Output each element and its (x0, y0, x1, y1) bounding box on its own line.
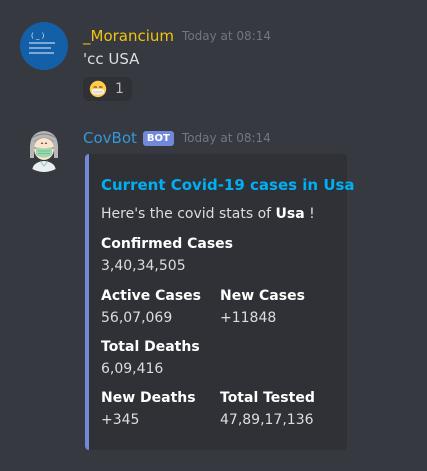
new-cases-value: +11848 (220, 310, 277, 326)
timestamp: Today at 08:14 (182, 29, 272, 43)
reaction-button[interactable]: 1 (83, 77, 132, 101)
username[interactable]: CovBot (83, 128, 137, 148)
bot-avatar[interactable] (20, 124, 68, 172)
message-covbot: CovBot BOT Today at 08:14 Current Covid-… (0, 124, 427, 464)
message-header: CovBot BOT Today at 08:14 (83, 128, 271, 148)
avatar-text: ( _ ) (31, 32, 45, 40)
embed-description: Here's the covid stats of Usa ! (101, 206, 315, 222)
new-cases-label: New Cases (220, 288, 305, 304)
confirmed-cases-value: 3,40,34,505 (101, 258, 186, 274)
total-deaths-label: Total Deaths (101, 339, 200, 355)
active-cases-label: Active Cases (101, 288, 202, 304)
new-deaths-label: New Deaths (101, 390, 196, 406)
mask-face-icon (89, 80, 107, 98)
reaction-count: 1 (115, 81, 124, 97)
stats-embed: Current Covid-19 cases in Usa Here's the… (85, 154, 355, 450)
total-deaths-value: 6,09,416 (101, 361, 164, 377)
message-morancium: ( _ ) _Morancium Today at 08:14 'cc USA … (0, 20, 427, 105)
timestamp: Today at 08:14 (181, 131, 271, 145)
active-cases-value: 56,07,069 (101, 310, 173, 326)
total-tested-label: Total Tested (220, 390, 315, 406)
user-avatar[interactable]: ( _ ) (20, 22, 68, 70)
new-deaths-value: +345 (101, 412, 140, 428)
username[interactable]: _Morancium (83, 26, 174, 46)
avatar-image-lines (29, 42, 57, 57)
bot-tag: BOT (142, 130, 174, 146)
confirmed-cases-label: Confirmed Cases (101, 236, 234, 252)
bot-avatar-icon (29, 131, 59, 172)
embed-description-country: Usa (275, 206, 305, 222)
embed-description-prefix: Here's the covid stats of (101, 206, 276, 222)
message-header: _Morancium Today at 08:14 (83, 26, 271, 46)
embed-title[interactable]: Current Covid-19 cases in Usa (101, 176, 355, 194)
message-text: 'cc USA (83, 50, 140, 68)
total-tested-value: 47,89,17,136 (220, 412, 314, 428)
embed-description-suffix: ! (304, 206, 315, 222)
